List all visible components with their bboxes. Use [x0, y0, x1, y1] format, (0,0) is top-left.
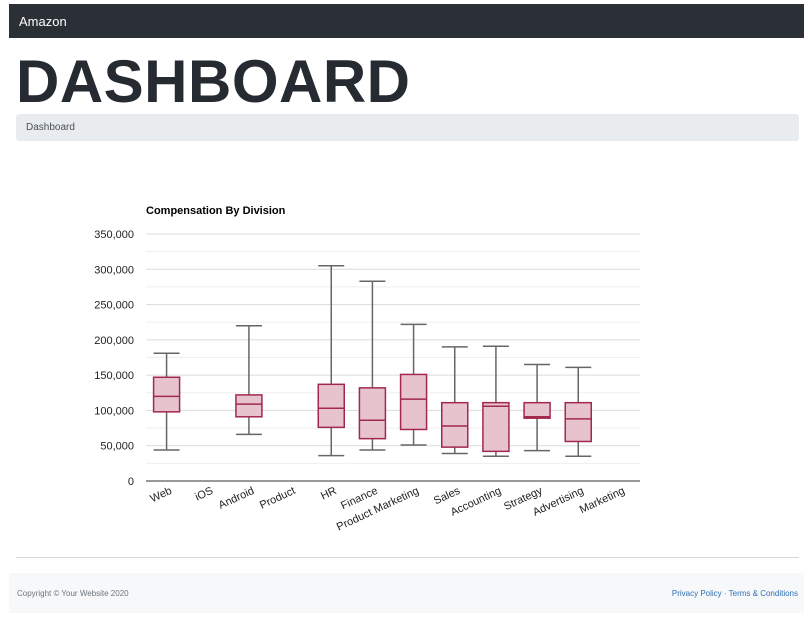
y-tick-label: 300,000 — [94, 264, 134, 276]
y-tick-label: 0 — [128, 476, 134, 488]
breadcrumb-item-dashboard: Dashboard — [26, 122, 75, 133]
footer: Copyright © Your Website 2020 Privacy Po… — [9, 573, 804, 613]
x-tick-label: Product — [258, 485, 297, 512]
x-tick-label: Web — [148, 485, 173, 505]
footer-copyright: Copyright © Your Website 2020 — [17, 588, 129, 598]
footer-divider — [16, 557, 799, 558]
privacy-policy-link[interactable]: Privacy Policy — [672, 589, 722, 598]
y-tick-label: 200,000 — [94, 335, 134, 347]
box-iqr — [152, 376, 181, 413]
y-tick-label: 150,000 — [94, 370, 134, 382]
y-tick-label: 50,000 — [100, 441, 134, 453]
box-iqr — [441, 401, 469, 448]
breadcrumb: Dashboard — [16, 114, 799, 141]
compensation-chart-container: Compensation By Division 0 50,000 100,000 15… — [0, 190, 804, 550]
box-iqr — [564, 401, 592, 443]
box-iqr — [235, 394, 263, 418]
top-navbar: Amazon — [9, 4, 804, 38]
x-tick-label: HR — [319, 485, 339, 503]
footer-link-separator: · — [721, 588, 729, 598]
x-tick-label: Android — [217, 485, 256, 512]
navbar-brand[interactable]: Amazon — [19, 14, 67, 29]
box-iqr — [482, 401, 510, 453]
page-title: DASHBOARD — [16, 48, 411, 115]
x-tick-label: iOS — [193, 485, 215, 504]
y-tick-label: 250,000 — [94, 300, 134, 312]
y-tick-label: 100,000 — [94, 405, 134, 417]
compensation-box-plot: Compensation By Division 0 50,000 100,000 15… — [94, 205, 640, 533]
y-tick-label: 350,000 — [94, 229, 134, 241]
chart-title: Compensation By Division — [146, 205, 286, 217]
terms-conditions-link[interactable]: Terms & Conditions — [729, 589, 798, 598]
x-tick-label: Marketing — [578, 485, 627, 516]
box-iqr — [317, 383, 345, 429]
box-iqr — [523, 401, 551, 419]
box-iqr — [358, 387, 387, 440]
box-iqr — [399, 373, 428, 431]
footer-links: Privacy Policy · Terms & Conditions — [672, 589, 798, 598]
